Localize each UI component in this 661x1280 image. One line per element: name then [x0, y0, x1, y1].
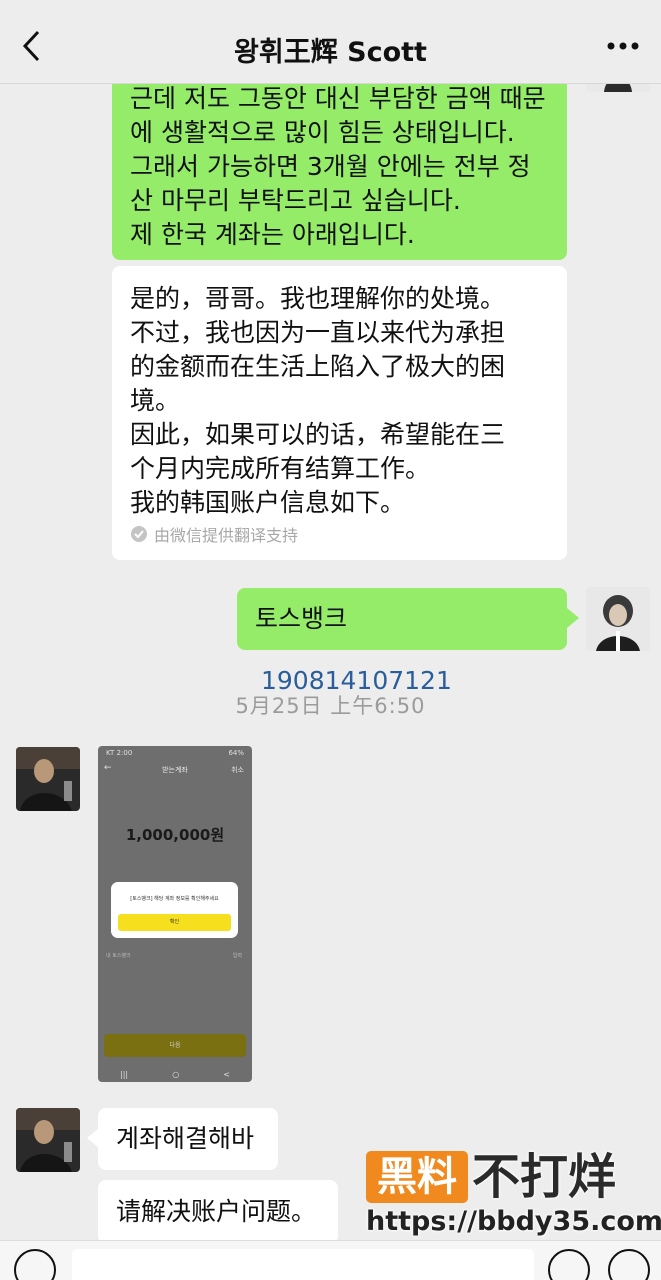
- message-text: 계좌해결해바: [116, 1124, 255, 1153]
- message-line: 에 생활적으로 많이 힘든 상태입니다.: [130, 118, 515, 147]
- translation-bubble[interactable]: 请解决账户问题。: [98, 1180, 338, 1244]
- translation-note-text: 由微信提供翻译支持: [154, 526, 299, 545]
- screenshot-dialog: [토스뱅크] 해당 계좌 정보를 확인해주세요 확인: [111, 882, 238, 938]
- translation-note: 由微信提供翻译支持: [130, 522, 298, 546]
- back-icon: <: [223, 1070, 230, 1079]
- input-bar: [0, 1240, 661, 1280]
- home-icon: ○: [172, 1070, 180, 1079]
- message-line: 그래서 가능하면 3개월 안에는 전부 정: [130, 152, 531, 181]
- status-bar-left: KT 2:00: [106, 749, 133, 757]
- translation-line: 境。: [130, 386, 181, 415]
- translation-line: 是的，哥哥。我也理解你的处境。: [130, 284, 506, 313]
- screenshot-nav-bar: ||| ○ <: [98, 1070, 252, 1079]
- bank-name: 토스뱅크: [255, 604, 348, 633]
- dialog-message: [토스뱅크] 해당 계좌 정보를 확인해주세요: [130, 896, 219, 902]
- recent-apps-icon: |||: [120, 1070, 129, 1079]
- watermark-text: 不打烊: [472, 1149, 617, 1205]
- translation-text: 请解决账户问题。: [116, 1197, 317, 1226]
- bubble-tail: [567, 608, 579, 628]
- more-dots-icon: [607, 42, 639, 50]
- screenshot-next-button: 다음: [104, 1034, 246, 1057]
- person-photo-icon: [586, 587, 650, 651]
- status-bar-right: 64%: [228, 749, 244, 757]
- chat-title: 왕휘王辉 Scott: [234, 37, 427, 68]
- translation-line: 个月内完成所有结算工作。: [130, 454, 431, 483]
- message-line: 근데 저도 그동안 대신 부담한 금액 때문: [130, 84, 546, 113]
- person-photo-icon: [16, 747, 80, 811]
- screenshot-label-left: 내 토스뱅크: [106, 953, 131, 959]
- message-timestamp: 5月25日 上午6:50: [235, 694, 426, 718]
- message-bubble-received[interactable]: 계좌해결해바: [98, 1108, 278, 1170]
- voice-button[interactable]: [14, 1249, 56, 1280]
- watermark-url: https://bbdy35.com: [366, 1206, 661, 1237]
- payment-screenshot-image[interactable]: KT 2:00 64% ← 받는계좌 취소 1,000,000원 [토스뱅크] …: [98, 746, 252, 1082]
- translation-line: 不过，我也因为一直以来代为承担: [130, 318, 506, 347]
- top-bar: 왕휘王辉 Scott: [0, 0, 661, 84]
- message-bubble-sent[interactable]: 근데 저도 그동안 대신 부담한 금액 때문 에 생활적으로 많이 힘든 상태입…: [112, 78, 567, 260]
- my-avatar[interactable]: [586, 587, 650, 651]
- person-photo-icon: [16, 1108, 80, 1172]
- translation-line: 的金额而在生活上陷入了极大的困: [130, 352, 506, 381]
- translation-line: 因此，如果可以的话，希望能在三: [130, 420, 506, 449]
- watermark-badge: 黑料: [366, 1151, 468, 1203]
- contact-avatar[interactable]: [16, 747, 80, 811]
- account-bubble[interactable]: 토스뱅크 190814107121: [237, 588, 567, 695]
- screenshot-header: 받는계좌: [162, 766, 188, 774]
- emoji-button[interactable]: [548, 1249, 590, 1280]
- message-line: 산 마무리 부탁드리고 싶습니다.: [130, 186, 461, 215]
- screenshot-cancel: 취소: [231, 766, 244, 774]
- more-button[interactable]: [603, 30, 643, 60]
- contact-avatar[interactable]: [16, 1108, 80, 1172]
- more-actions-button[interactable]: [608, 1249, 650, 1280]
- message-input[interactable]: [72, 1249, 534, 1280]
- watermark: 黑料 不打烊 https://bbdy35.com: [366, 1148, 661, 1240]
- message-line: 제 한국 계좌는 아래입니다.: [130, 220, 415, 249]
- check-circle-icon: [131, 526, 147, 542]
- translation-bubble[interactable]: 是的，哥哥。我也理解你的处境。 不过，我也因为一直以来代为承担 的金额而在生活上…: [112, 266, 567, 560]
- translation-line: 我的韩国账户信息如下。: [130, 488, 406, 517]
- transfer-amount: 1,000,000원: [125, 826, 225, 844]
- screenshot-label-right: 입력: [232, 953, 242, 959]
- dialog-confirm-button: 확인: [118, 914, 231, 931]
